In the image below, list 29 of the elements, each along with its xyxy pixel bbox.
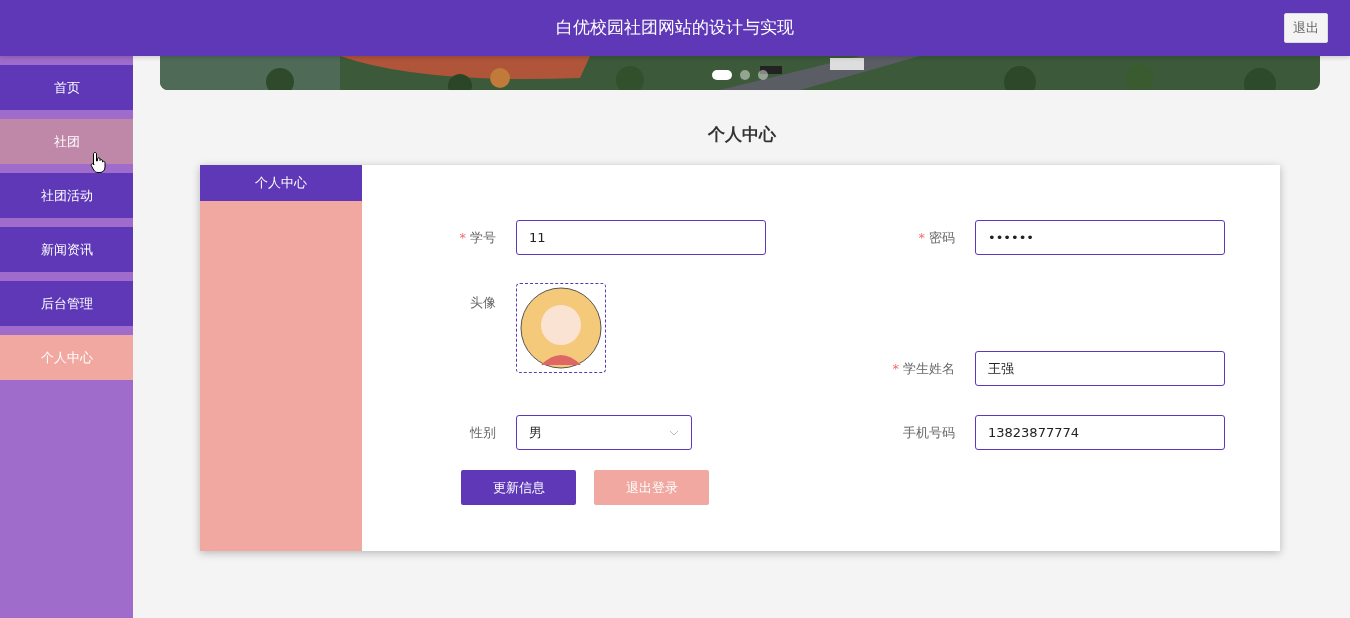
sidebar-item[interactable]: 社团活动	[0, 173, 133, 218]
site-title: 白优校园社团网站的设计与实现	[556, 16, 794, 40]
required-mark: *	[892, 360, 899, 376]
required-mark: *	[459, 229, 466, 245]
sidebar-item[interactable]: 新闻资讯	[0, 227, 133, 272]
sidebar-item[interactable]: 后台管理	[0, 281, 133, 326]
panel-tab[interactable]: 个人中心	[200, 165, 362, 201]
chevron-down-icon	[669, 429, 679, 436]
logout-button[interactable]: 退出	[1284, 13, 1328, 43]
avatar-icon	[518, 285, 604, 371]
select-field[interactable]: 男	[516, 415, 692, 450]
field-label: 手机号码	[903, 424, 955, 440]
update-button[interactable]: 更新信息	[461, 470, 576, 505]
required-mark: *	[918, 229, 925, 245]
input-field[interactable]: ••••••	[975, 220, 1225, 255]
avatar-upload[interactable]	[516, 283, 606, 373]
page-title: 个人中心	[706, 123, 777, 145]
field-label: 密码	[929, 229, 955, 245]
field-label: 性别	[470, 424, 496, 440]
field-label: 头像	[470, 295, 496, 310]
field-label: 学号	[470, 229, 496, 245]
input-field[interactable]: 王强	[975, 351, 1225, 386]
hand-cursor-icon	[90, 151, 107, 174]
input-field[interactable]: 13823877774	[975, 415, 1225, 450]
input-field[interactable]: 11	[516, 220, 766, 255]
field-label: 学生姓名	[903, 360, 955, 376]
carousel-indicator[interactable]	[712, 70, 732, 80]
sidebar-item[interactable]: 首页	[0, 65, 133, 110]
carousel-indicator[interactable]	[758, 70, 768, 80]
